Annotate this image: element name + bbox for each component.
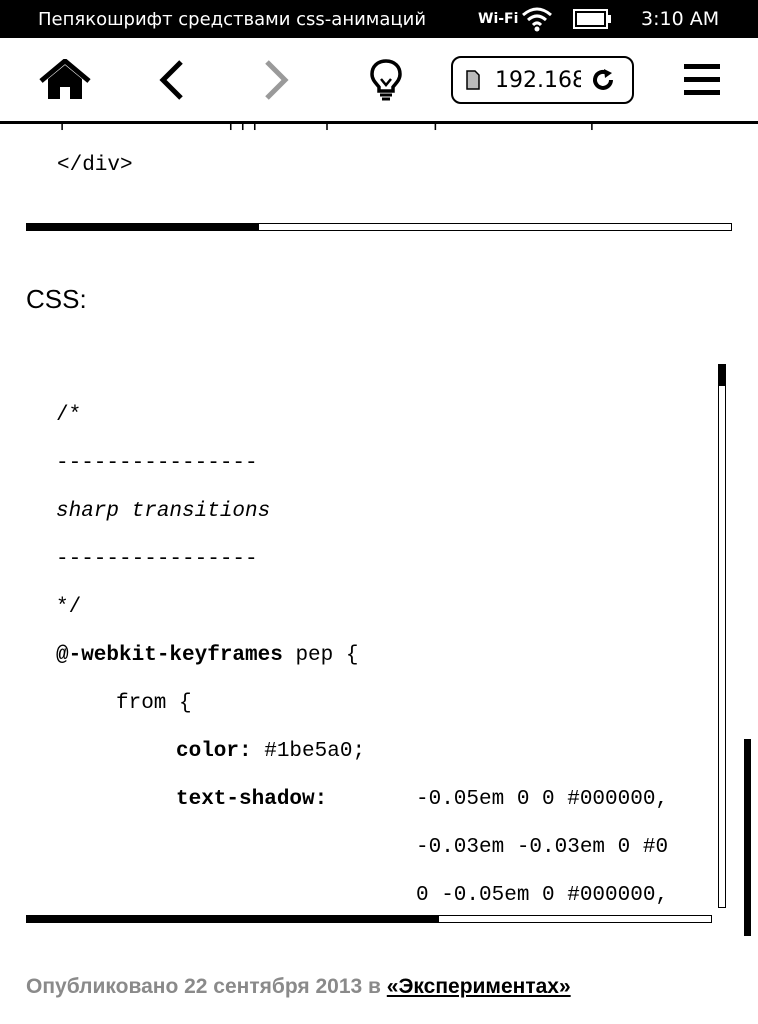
post-date-text: Опубликовано 22 сентября 2013 в [26, 975, 387, 998]
back-arrow-icon [159, 59, 183, 100]
page-scroll-indicator [744, 739, 751, 936]
status-bar: Пепякошрифт средствами css-анимаций Wi-F… [0, 0, 758, 38]
post-meta: Опубликовано 22 сентября 2013 в «Экспери… [26, 975, 571, 999]
code-keyword: @-webkit-keyframes [56, 644, 283, 667]
reload-icon[interactable] [591, 68, 615, 92]
section-heading-css: CSS: [26, 284, 87, 314]
code-property: text-shadow: [176, 788, 328, 811]
page-content[interactable]: ╵ ╵╵╵ ╵ ╵ ╵ </div> CSS: /* -------------… [0, 124, 758, 1024]
menu-icon [684, 63, 720, 95]
code-line: ---------------- [56, 548, 258, 571]
code-line: /* [56, 404, 82, 427]
code-value: #1be5a0; [251, 740, 366, 763]
css-code-vertical-scrollbar[interactable] [718, 364, 726, 908]
url-text[interactable]: 192.168 [495, 68, 581, 93]
home-icon [39, 58, 91, 99]
html-code-closing-tag: </div> [57, 154, 133, 177]
html-code-horizontal-scrollbar[interactable] [26, 223, 732, 231]
wifi-label: Wi-Fi [478, 11, 519, 27]
code-comment: sharp transitions [56, 500, 271, 523]
address-bar[interactable]: 192.168 [451, 56, 634, 104]
code-property: color: [176, 740, 252, 763]
code-line: @-webkit-keyframes pep { [56, 644, 358, 667]
scrollbar-thumb[interactable] [27, 223, 259, 231]
page-icon [466, 70, 480, 90]
code-value: 0 -0.05em 0 #000000, [416, 884, 669, 907]
clipped-code-line: ╵ ╵╵╵ ╵ ╵ ╵ [56, 124, 598, 142]
back-button[interactable] [148, 38, 196, 121]
code-line: ---------------- [56, 452, 258, 475]
code-line: from { [116, 692, 192, 715]
browser-toolbar: 192.168 [0, 38, 758, 124]
forward-arrow-icon [265, 59, 289, 100]
wifi-icon [522, 7, 552, 32]
code-identifier: pep { [282, 644, 359, 667]
forward-button[interactable] [252, 38, 300, 121]
category-link[interactable]: «Экспериментах» [387, 975, 571, 998]
page-title: Пепякошрифт средствами css-анимаций [38, 9, 427, 30]
css-code-horizontal-scrollbar[interactable] [26, 915, 712, 923]
clock: 3:10 AM [641, 8, 720, 30]
code-line: */ [56, 596, 82, 619]
code-value: -0.05em 0 0 #000000, [416, 788, 669, 811]
code-value: -0.03em -0.03em 0 #0 [416, 836, 669, 859]
reading-light-button[interactable] [364, 38, 408, 121]
scrollbar-thumb[interactable] [27, 915, 439, 923]
scrollbar-thumb[interactable] [718, 364, 726, 386]
css-code-block[interactable]: /* ---------------- sharp transitions --… [26, 364, 726, 916]
lightbulb-icon [370, 58, 402, 100]
menu-button[interactable] [678, 38, 726, 121]
home-button[interactable] [36, 38, 94, 121]
battery-icon [573, 9, 611, 29]
code-line: color: #1be5a0; [176, 740, 365, 763]
